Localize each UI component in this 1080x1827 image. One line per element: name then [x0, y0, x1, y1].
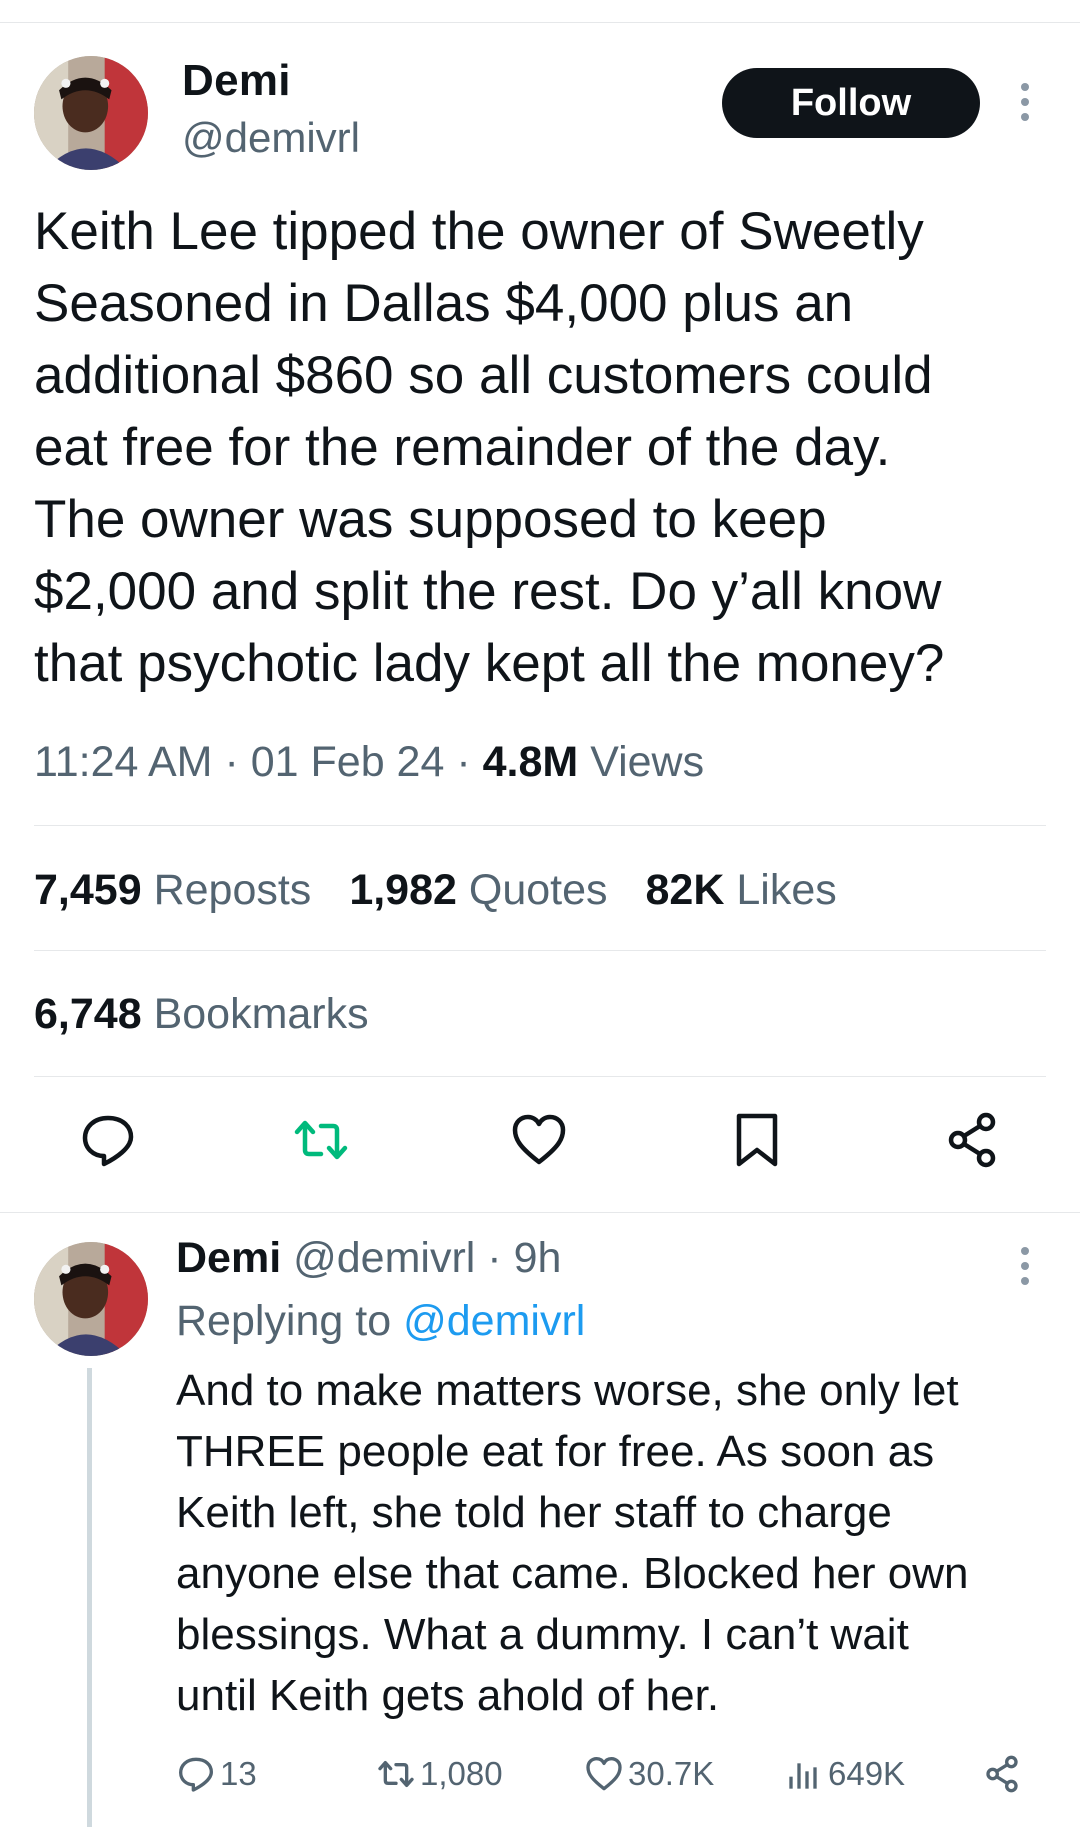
likes-label: Likes [736, 866, 837, 914]
reply-header: Demi @demivrl · 9h [176, 1234, 561, 1283]
reply-views-count: 649K [828, 1755, 906, 1792]
reply-reply-button[interactable]: 13 [176, 1750, 257, 1798]
reply-author-handle[interactable]: @demivrl [293, 1234, 475, 1282]
reply-icon [179, 1757, 213, 1792]
reply-views-button[interactable]: 649K [784, 1750, 905, 1798]
tweet-text-line: The owner was supposed to keep [34, 490, 827, 549]
author-handle[interactable]: @demivrl [182, 114, 360, 162]
replying-to: Replying to @demivrl [176, 1297, 585, 1346]
bookmarks-label: Bookmarks [153, 990, 369, 1038]
reply-age[interactable]: · 9h [487, 1234, 561, 1282]
reposts-count: 7,459 [34, 866, 142, 914]
reply-icon[interactable] [78, 1110, 138, 1170]
reply-author-avatar[interactable] [34, 1242, 148, 1356]
tweet-text-line: eat free for the remainder of the day. [34, 418, 891, 477]
reply-share-button[interactable] [982, 1750, 1022, 1798]
reply-text-line: Keith left, she told her staff to charge [176, 1488, 892, 1537]
reply-text-line: And to make matters worse, she only let [176, 1366, 959, 1415]
reply-text-line: until Keith gets ahold of her. [176, 1671, 720, 1720]
replying-to-handle-link[interactable]: @demivrl [403, 1297, 585, 1345]
reposts-stat[interactable]: 7,459 Reposts [34, 866, 311, 915]
divider [34, 1076, 1046, 1077]
follow-button[interactable]: Follow [722, 68, 980, 138]
quotes-label: Quotes [468, 866, 608, 914]
avatar-photo-icon [34, 56, 148, 170]
reply-text-line: THREE people eat for free. As soon as [176, 1427, 935, 1476]
reply-repost-button[interactable]: 1,080 [376, 1750, 503, 1798]
reply-reposts-count: 1,080 [420, 1755, 503, 1792]
like-icon[interactable] [509, 1110, 569, 1170]
views-chart-icon [789, 1763, 817, 1789]
tweet-meta: 11:24 AM · 01 Feb 24 · 4.8M Views [34, 738, 704, 787]
engagement-stats: 7,459 Reposts 1,982 Quotes 82K Likes [34, 866, 837, 915]
meta-separator: · [224, 738, 239, 786]
likes-count: 82K [645, 866, 725, 914]
quotes-stat[interactable]: 1,982 Quotes [349, 866, 607, 915]
reply-text-line: anyone else that came. Blocked her own [176, 1549, 969, 1598]
tweet-text-line: additional $860 so all customers could [34, 346, 933, 405]
reply-more-options-icon[interactable] [1008, 1242, 1042, 1292]
repost-icon [378, 1761, 414, 1787]
reply-replies-count: 13 [220, 1755, 257, 1792]
reply-like-button[interactable]: 30.7K [584, 1750, 714, 1798]
reply-author-name[interactable]: Demi [176, 1234, 281, 1282]
reply-action-bar: 13 1,080 30.7K 649K [0, 1750, 1080, 1800]
views-count[interactable]: 4.8M [483, 738, 579, 786]
author-avatar[interactable] [34, 56, 148, 170]
divider [34, 825, 1046, 826]
tweet-text-line: $2,000 and split the rest. Do y’all know [34, 562, 942, 621]
reply-text: And to make matters worse, she only let … [176, 1360, 1056, 1726]
reply-likes-count: 30.7K [628, 1755, 715, 1792]
meta-separator: · [456, 738, 471, 786]
tweet-date[interactable]: 01 Feb 24 [251, 738, 445, 786]
views-label[interactable]: Views [590, 738, 704, 786]
author-name[interactable]: Demi [182, 56, 291, 106]
reposts-label: Reposts [153, 866, 312, 914]
repost-icon[interactable] [291, 1110, 351, 1170]
tweet-time[interactable]: 11:24 AM [34, 738, 213, 786]
likes-stat[interactable]: 82K Likes [646, 866, 837, 915]
tweet-text-line: that psychotic lady kept all the money? [34, 634, 945, 693]
quotes-count: 1,982 [349, 866, 457, 914]
share-icon [986, 1755, 1018, 1793]
replying-to-label: Replying to [176, 1297, 392, 1345]
tweet-action-bar [0, 1110, 1080, 1190]
reply-text-line: blessings. What a dummy. I can’t wait [176, 1610, 909, 1659]
more-options-icon[interactable] [1008, 78, 1042, 128]
tweet-text: Keith Lee tipped the owner of Sweetly Se… [34, 196, 1054, 700]
like-icon [586, 1757, 622, 1791]
bookmarks-count: 6,748 [34, 990, 142, 1038]
section-divider [0, 1212, 1080, 1213]
bookmarks-stat[interactable]: 6,748 Bookmarks [34, 990, 369, 1039]
tweet-text-line: Keith Lee tipped the owner of Sweetly [34, 202, 924, 261]
top-divider [0, 22, 1080, 23]
bookmark-icon[interactable] [727, 1110, 787, 1170]
tweet-text-line: Seasoned in Dallas $4,000 plus an [34, 274, 854, 333]
divider [34, 950, 1046, 951]
share-icon[interactable] [942, 1110, 1002, 1170]
avatar-photo-icon [34, 1242, 148, 1356]
bookmarks-stat-row: 6,748 Bookmarks [34, 990, 369, 1039]
